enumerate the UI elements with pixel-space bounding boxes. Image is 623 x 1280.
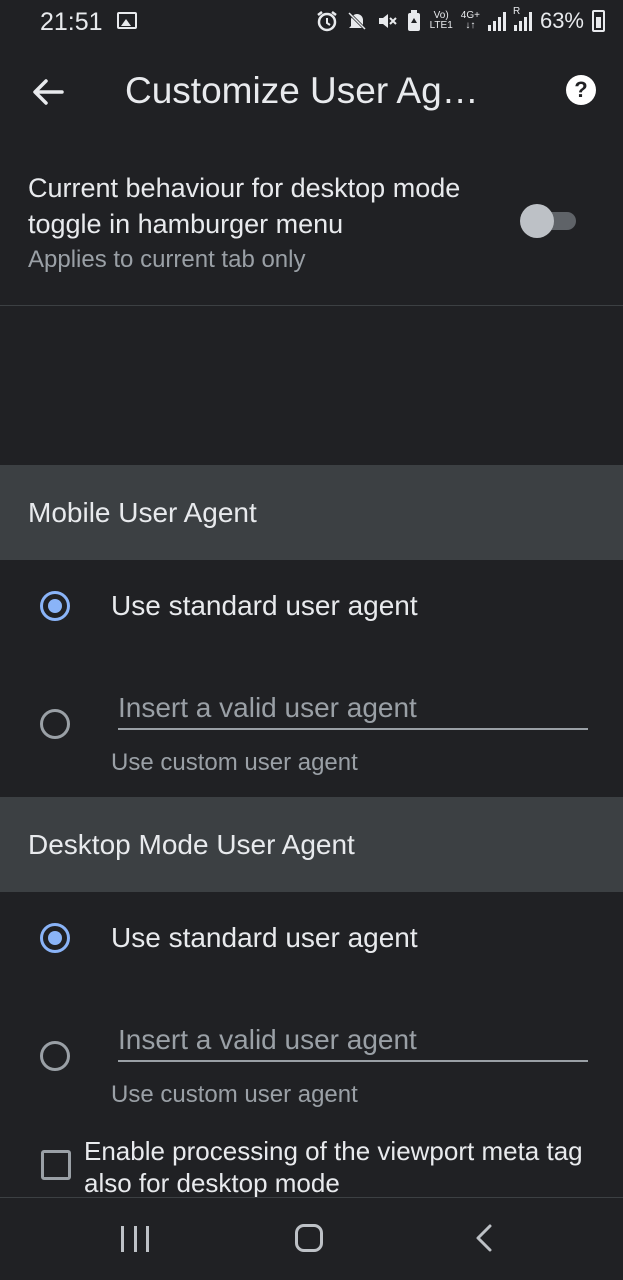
mobile-standard-radio[interactable] xyxy=(40,591,70,621)
mute-icon xyxy=(347,11,366,31)
home-icon[interactable] xyxy=(295,1224,323,1252)
mobile-custom-label: Use custom user agent xyxy=(111,749,358,776)
desktop-section-header: Desktop Mode User Agent xyxy=(0,797,623,892)
signal-roaming-icon: R xyxy=(513,7,532,31)
battery-saver-icon xyxy=(407,10,420,31)
battery-percent: 63% xyxy=(539,8,584,33)
signal-icon xyxy=(487,11,506,31)
mobile-custom-radio[interactable] xyxy=(40,709,70,739)
arrow-back-icon[interactable] xyxy=(30,74,66,110)
volte-icon: Vo) LTE1 xyxy=(430,11,453,31)
viewport-meta-label[interactable]: Enable processing of the viewport meta t… xyxy=(84,1135,614,1199)
nav-divider xyxy=(0,1197,623,1198)
mobile-custom-ua-input[interactable] xyxy=(118,688,588,730)
app-bar: Customize User Ag… ? xyxy=(0,44,623,140)
desktop-toggle-title: Current behaviour for desktop mode toggl… xyxy=(28,173,461,239)
divider xyxy=(0,305,623,306)
image-icon xyxy=(117,12,137,29)
mobile-standard-label[interactable]: Use standard user agent xyxy=(111,590,418,622)
viewport-meta-checkbox[interactable] xyxy=(41,1150,71,1180)
4g-icon: 4G+ ↓↑ xyxy=(461,11,480,31)
desktop-toggle-summary: Applies to current tab only xyxy=(28,246,306,273)
mobile-section-header: Mobile User Agent xyxy=(0,465,623,560)
alarm-icon xyxy=(316,11,337,32)
net-bottom: ↓↑ xyxy=(465,20,476,31)
volte-bottom: LTE1 xyxy=(429,20,453,31)
page-title: Customize User Ag… xyxy=(125,70,479,111)
desktop-custom-ua-input[interactable] xyxy=(118,1020,588,1062)
status-time: 21:51 xyxy=(40,8,103,36)
nav-back-icon[interactable] xyxy=(472,1223,496,1253)
status-icons: Vo) LTE1 4G+ ↓↑ R 63% xyxy=(316,7,605,34)
no-sound-icon xyxy=(378,14,397,28)
help-icon[interactable]: ? xyxy=(566,75,596,105)
status-bar: 21:51 Vo) LTE1 4G+ ↓↑ R 63% xyxy=(0,0,623,44)
switch-thumb xyxy=(520,204,554,238)
desktop-standard-radio[interactable] xyxy=(40,923,70,953)
roaming-label: R xyxy=(512,6,521,17)
desktop-custom-label: Use custom user agent xyxy=(111,1081,358,1108)
desktop-toggle-preference[interactable]: Current behaviour for desktop mode toggl… xyxy=(0,162,623,305)
navigation-bar xyxy=(0,1197,623,1280)
battery-icon xyxy=(592,10,605,32)
mobile-section-title: Mobile User Agent xyxy=(28,497,257,528)
recent-apps-icon[interactable] xyxy=(121,1226,149,1252)
desktop-standard-label[interactable]: Use standard user agent xyxy=(111,922,418,954)
desktop-section-title: Desktop Mode User Agent xyxy=(28,829,355,860)
desktop-toggle-switch[interactable] xyxy=(520,204,576,238)
desktop-custom-radio[interactable] xyxy=(40,1041,70,1071)
